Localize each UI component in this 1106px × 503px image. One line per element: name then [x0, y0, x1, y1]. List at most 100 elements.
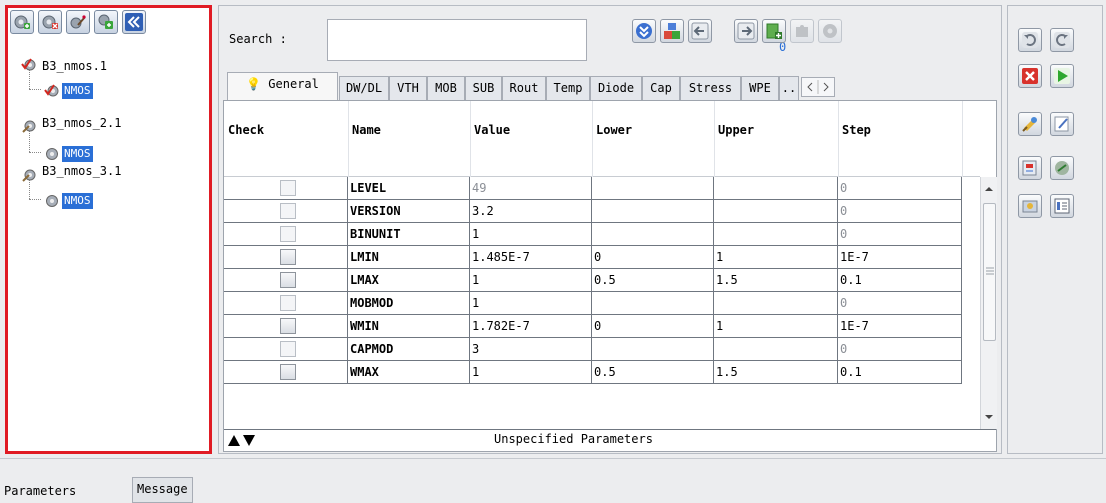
value-cell[interactable]: 3.2 [470, 200, 592, 223]
step-cell[interactable]: 0 [838, 200, 962, 223]
tab-more[interactable]: .. [779, 76, 799, 100]
lower-cell[interactable]: 0.5 [592, 269, 714, 292]
tab-mob[interactable]: MOB [427, 76, 465, 100]
value-cell[interactable]: 1.782E-7 [470, 315, 592, 338]
column-header-value[interactable]: Value [474, 123, 510, 137]
step-cell[interactable]: 1E-7 [838, 315, 962, 338]
plugin-button[interactable] [790, 19, 814, 43]
value-cell[interactable]: 1 [470, 269, 592, 292]
name-cell[interactable]: WMIN [348, 315, 470, 338]
tab-stress[interactable]: Stress [680, 76, 741, 100]
upper-cell[interactable]: 1 [714, 315, 838, 338]
tab-parameters[interactable]: Parameters [4, 484, 76, 498]
name-cell[interactable]: WMAX [348, 361, 470, 384]
group-blocks-button[interactable] [660, 19, 684, 43]
value-cell[interactable]: 49 [470, 177, 592, 200]
scroll-down-arrow-icon[interactable] [984, 413, 994, 421]
info-button[interactable] [1050, 194, 1074, 218]
lower-cell[interactable] [592, 177, 714, 200]
run-button[interactable] [1050, 64, 1074, 88]
scrollbar-thumb[interactable] [983, 203, 996, 341]
settings-button[interactable] [818, 19, 842, 43]
search-input[interactable] [327, 19, 587, 61]
table-row[interactable]: MOBMOD 1 0 [224, 292, 980, 315]
upper-cell[interactable] [714, 200, 838, 223]
upper-cell[interactable]: 1 [714, 246, 838, 269]
lower-cell[interactable] [592, 223, 714, 246]
redo-button[interactable] [1050, 28, 1074, 52]
step-cell[interactable]: 1E-7 [838, 246, 962, 269]
undo-button[interactable] [1018, 28, 1042, 52]
table-row[interactable]: VERSION 3.2 0 [224, 200, 980, 223]
table-row[interactable]: WMAX 1 0.5 1.5 0.1 [224, 361, 980, 384]
lower-cell[interactable]: 0 [592, 246, 714, 269]
clean-button[interactable] [1018, 112, 1042, 136]
upper-cell[interactable] [714, 223, 838, 246]
name-cell[interactable]: MOBMOD [348, 292, 470, 315]
value-cell[interactable]: 1 [470, 361, 592, 384]
lower-cell[interactable] [592, 292, 714, 315]
name-cell[interactable]: LMIN [348, 246, 470, 269]
name-cell[interactable]: LMAX [348, 269, 470, 292]
vertical-scrollbar[interactable] [980, 177, 997, 429]
step-cell[interactable]: 0 [838, 223, 962, 246]
step-cell[interactable]: 0.1 [838, 269, 962, 292]
add-model-button[interactable] [10, 10, 34, 34]
collapse-panel-button[interactable] [122, 10, 146, 34]
tab-scroll-buttons[interactable] [801, 77, 835, 97]
tab-cap[interactable]: Cap [642, 76, 680, 100]
value-cell[interactable]: 3 [470, 338, 592, 361]
name-cell[interactable]: CAPMOD [348, 338, 470, 361]
tab-temp[interactable]: Temp [546, 76, 590, 100]
export-button[interactable] [1018, 156, 1042, 180]
tab-wpe[interactable]: WPE [741, 76, 779, 100]
table-row[interactable]: CAPMOD 3 0 [224, 338, 980, 361]
edit-model-button[interactable] [66, 10, 90, 34]
lower-cell[interactable] [592, 338, 714, 361]
tab-message[interactable]: Message [132, 477, 193, 503]
column-header-name[interactable]: Name [352, 123, 381, 137]
lower-cell[interactable]: 0.5 [592, 361, 714, 384]
tune-button[interactable] [1050, 156, 1074, 180]
upper-cell[interactable] [714, 177, 838, 200]
unspecified-parameters-label[interactable]: Unspecified Parameters [494, 432, 653, 446]
table-row[interactable]: LMIN 1.485E-7 0 1 1E-7 [224, 246, 980, 269]
upper-cell[interactable]: 1.5 [714, 361, 838, 384]
edit-button[interactable] [1050, 112, 1074, 136]
upper-cell[interactable] [714, 292, 838, 315]
tab-general[interactable]: 💡 General [227, 72, 338, 100]
row-checkbox[interactable] [280, 272, 296, 288]
tab-sub[interactable]: SUB [465, 76, 502, 100]
previous-button[interactable] [688, 19, 712, 43]
stop-button[interactable] [1018, 64, 1042, 88]
column-header-upper[interactable]: Upper [718, 123, 754, 137]
tab-diode[interactable]: Diode [590, 76, 642, 100]
name-cell[interactable]: BINUNIT [348, 223, 470, 246]
name-cell[interactable]: VERSION [348, 200, 470, 223]
row-checkbox[interactable] [280, 364, 296, 380]
scroll-up-arrow-icon[interactable] [984, 185, 994, 193]
load-button[interactable] [1018, 194, 1042, 218]
table-row[interactable]: LMAX 1 0.5 1.5 0.1 [224, 269, 980, 292]
column-header-lower[interactable]: Lower [596, 123, 632, 137]
copy-model-button[interactable] [94, 10, 118, 34]
expand-collapse-arrows-icon[interactable] [227, 433, 257, 447]
tab-dw-dl[interactable]: DW/DL [339, 76, 389, 100]
value-cell[interactable]: 1 [470, 292, 592, 315]
lower-cell[interactable]: 0 [592, 315, 714, 338]
expand-all-button[interactable] [632, 19, 656, 43]
add-parameter-button[interactable] [762, 19, 786, 43]
table-row[interactable]: LEVEL 49 0 [224, 177, 980, 200]
row-checkbox[interactable] [280, 249, 296, 265]
value-cell[interactable]: 1 [470, 223, 592, 246]
step-cell[interactable]: 0 [838, 177, 962, 200]
step-cell[interactable]: 0 [838, 292, 962, 315]
next-button[interactable] [734, 19, 758, 43]
table-row[interactable]: WMIN 1.782E-7 0 1 1E-7 [224, 315, 980, 338]
row-checkbox[interactable] [280, 318, 296, 334]
upper-cell[interactable]: 1.5 [714, 269, 838, 292]
tab-rout[interactable]: Rout [502, 76, 546, 100]
value-cell[interactable]: 1.485E-7 [470, 246, 592, 269]
lower-cell[interactable] [592, 200, 714, 223]
column-header-step[interactable]: Step [842, 123, 871, 137]
